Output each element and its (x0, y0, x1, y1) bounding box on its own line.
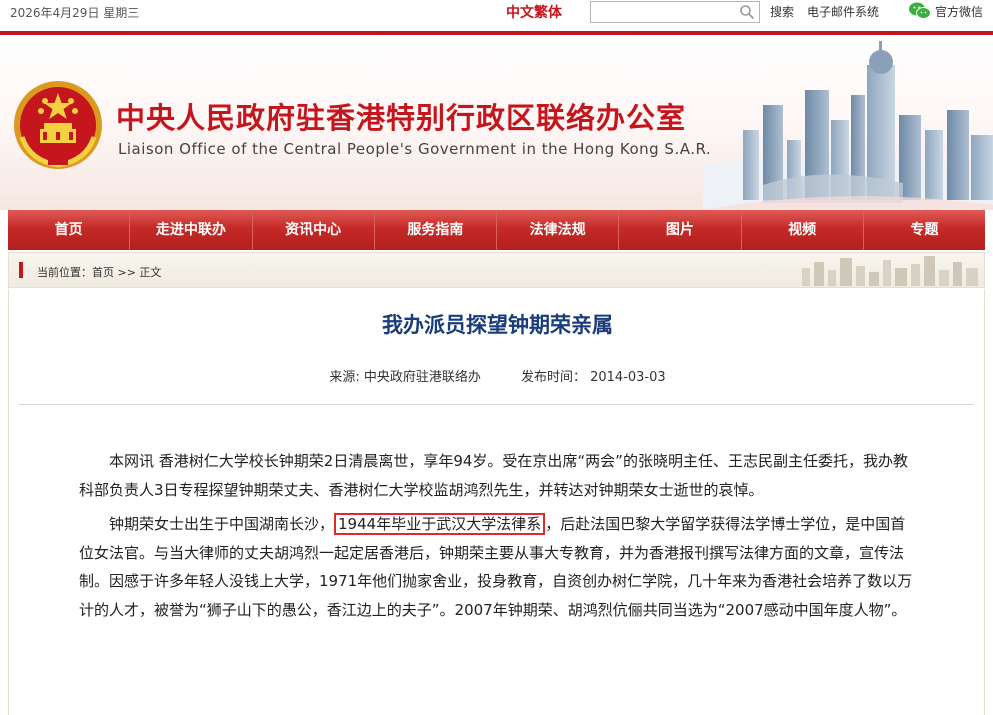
top-bar: 2026年4月29日 星期三 中文繁体 搜索 电子邮件系统 官方微信 (0, 0, 993, 31)
nav-item-video[interactable]: 视频 (742, 210, 864, 250)
search-box (590, 1, 760, 23)
article-body: 本网讯 香港树仁大学校长钟期荣2日清晨离世，享年94岁。受在京出席“两会”的张晓… (79, 447, 919, 630)
nav-item-home[interactable]: 首页 (8, 210, 131, 250)
traditional-chinese-link[interactable]: 中文繁体 (506, 2, 562, 22)
site-title-en: Liaison Office of the Central People's G… (118, 140, 712, 158)
header-banner: 中央人民政府驻香港特别行政区联络办公室 Liaison Office of th… (0, 35, 993, 210)
nav-item-services[interactable]: 服务指南 (375, 210, 497, 250)
meta-divider (19, 404, 974, 405)
search-input[interactable] (591, 3, 731, 23)
nav-item-pictures[interactable]: 图片 (619, 210, 742, 250)
nav-item-topics[interactable]: 专题 (864, 210, 985, 250)
article-title: 我办派员探望钟期荣亲属 (382, 313, 613, 337)
search-icon[interactable] (739, 4, 755, 20)
article-container: 我办派员探望钟期荣亲属 来源: 中央政府驻港联络办 发布时间： 2014-03-… (8, 289, 985, 715)
national-emblem-icon[interactable] (10, 77, 106, 173)
email-system-link[interactable]: 电子邮件系统 (807, 3, 879, 20)
article-paragraph-2: 钟期荣女士出生于中国湖南长沙， 1944年毕业于武汉大学法律系 ，后赴法国巴黎大学留… (79, 510, 919, 624)
main-nav: 首页 走进中联办 资讯中心 服务指南 法律法规 图片 视频 专题 (8, 210, 985, 250)
paragraph-2-text-before: 钟期荣女士出生于中国湖南长沙， (109, 515, 335, 533)
nav-item-about[interactable]: 走进中联办 (130, 210, 253, 250)
city-decoration (802, 256, 978, 286)
article-date: 发布时间： 2014-03-03 (520, 370, 666, 385)
article-source: 来源: 中央政府驻港联络办 (329, 370, 481, 385)
nav-item-laws[interactable]: 法律法规 (497, 210, 620, 250)
breadcrumb: 当前位置：首页 >> 正文 (8, 252, 985, 288)
nav-item-news[interactable]: 资讯中心 (253, 210, 375, 250)
breadcrumb-marker (19, 262, 23, 278)
wechat-link[interactable]: 官方微信 (935, 3, 983, 20)
highlighted-phrase: 1944年毕业于武汉大学法律系 (334, 513, 546, 535)
hong-kong-skyline-illustration (703, 41, 993, 210)
site-title-cn: 中央人民政府驻香港特别行政区联络办公室 (116, 101, 687, 135)
article-meta: 来源: 中央政府驻港联络办 发布时间： 2014-03-03 (9, 366, 986, 385)
breadcrumb-text[interactable]: 当前位置：首页 >> 正文 (37, 264, 161, 280)
search-link[interactable]: 搜索 (770, 3, 794, 20)
date-label: 2026年4月29日 星期三 (10, 6, 140, 20)
article-paragraph-1: 本网讯 香港树仁大学校长钟期荣2日清晨离世，享年94岁。受在京出席“两会”的张晓… (79, 452, 908, 499)
wechat-icon[interactable] (908, 1, 932, 21)
